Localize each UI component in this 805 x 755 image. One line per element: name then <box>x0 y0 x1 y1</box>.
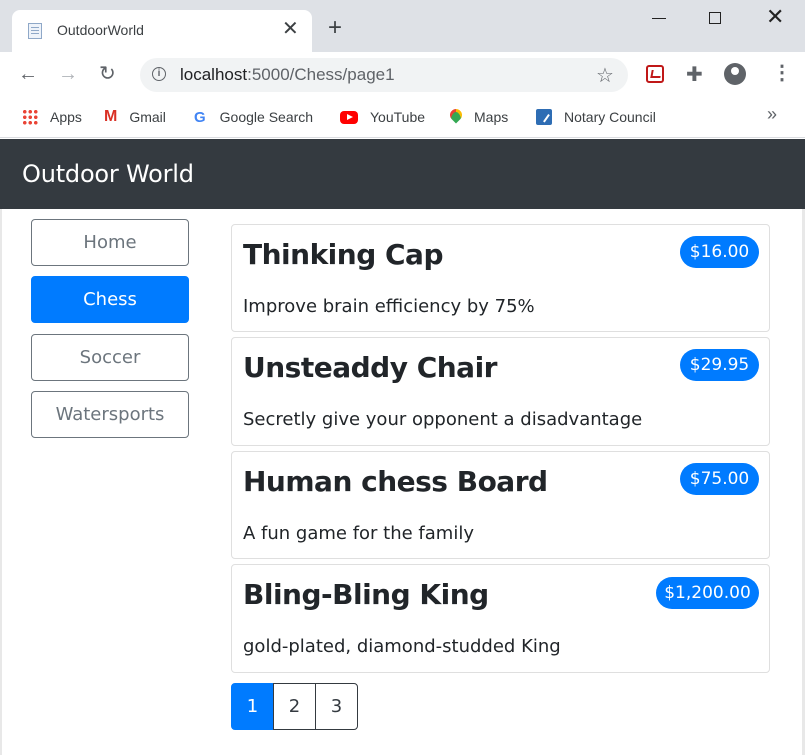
product-description: Improve brain efficiency by 75% <box>243 296 535 317</box>
page-1-button[interactable]: 1 <box>231 683 274 730</box>
tab-title: OutdoorWorld <box>57 22 144 38</box>
page-3-button[interactable]: 3 <box>315 683 358 730</box>
page-favicon-icon <box>28 23 42 39</box>
bookmark-star-icon[interactable]: ☆ <box>596 63 614 88</box>
product-description: A fun game for the family <box>243 523 474 544</box>
minimize-icon[interactable] <box>652 18 666 19</box>
price-badge: $75.00 <box>680 463 759 495</box>
apps-grid-icon <box>22 109 38 125</box>
forward-arrow-icon[interactable]: → <box>58 63 78 85</box>
price-badge: $29.95 <box>680 349 759 381</box>
browser-toolbar: ← → ↻ i localhost:5000/Chess/page1 ☆ <box>0 52 805 98</box>
bookmark-label: Maps <box>474 109 509 125</box>
browser-menu-icon[interactable]: ⋮ <box>772 60 792 86</box>
maximize-icon[interactable] <box>709 12 721 24</box>
bookmark-label: Google Search <box>219 109 314 125</box>
product-card: Thinking Cap $16.00 Improve brain effici… <box>231 224 770 332</box>
product-name: Unsteaddy Chair <box>243 351 497 384</box>
page-2-button[interactable]: 2 <box>273 683 316 730</box>
address-bar[interactable]: i localhost:5000/Chess/page1 ☆ <box>140 58 628 92</box>
category-home-button[interactable]: Home <box>31 219 189 266</box>
bookmarks-bar: Apps M Gmail G Google Search YouTube Map… <box>0 98 805 138</box>
bookmark-label: Apps <box>50 109 82 125</box>
product-description: Secretly give your opponent a disadvanta… <box>243 409 643 430</box>
site-navbar: Outdoor World <box>0 139 805 209</box>
category-soccer-button[interactable]: Soccer <box>31 334 189 381</box>
reload-icon[interactable]: ↻ <box>99 63 116 85</box>
new-tab-icon[interactable]: + <box>328 16 342 40</box>
pagination: 1 2 3 <box>231 683 358 730</box>
bookmark-label: Notary Council <box>564 109 656 125</box>
back-arrow-icon[interactable]: ← <box>18 63 38 85</box>
product-card: Unsteaddy Chair $29.95 Secretly give you… <box>231 337 770 446</box>
profile-avatar-icon[interactable] <box>724 63 746 85</box>
bookmark-notary-council[interactable]: Notary Council <box>536 107 656 127</box>
bookmark-apps[interactable]: Apps <box>22 107 82 127</box>
extensions-puzzle-icon[interactable]: ✚ <box>686 62 703 87</box>
category-watersports-button[interactable]: Watersports <box>31 391 189 438</box>
bookmark-label: YouTube <box>370 109 426 125</box>
youtube-icon <box>340 110 358 124</box>
tab-close-icon[interactable]: ✕ <box>282 18 299 40</box>
category-chess-button[interactable]: Chess <box>31 276 189 323</box>
notary-icon <box>536 109 552 125</box>
site-info-icon[interactable]: i <box>152 67 166 81</box>
bookmark-gmail[interactable]: M Gmail <box>104 107 166 127</box>
product-name: Human chess Board <box>243 465 548 498</box>
tab-strip: OutdoorWorld ✕ + ✕ <box>0 0 805 52</box>
google-icon: G <box>194 108 206 126</box>
bookmark-youtube[interactable]: YouTube <box>340 107 425 127</box>
bookmarks-overflow-icon[interactable]: » <box>767 104 777 125</box>
address-url[interactable]: localhost:5000/Chess/page1 <box>180 65 395 85</box>
product-description: gold-plated, diamond-studded King <box>243 636 561 657</box>
bookmark-label: Gmail <box>129 109 166 125</box>
page-left-edge <box>0 209 2 755</box>
price-badge: $16.00 <box>680 236 759 268</box>
product-name: Bling-Bling King <box>243 578 489 611</box>
product-name: Thinking Cap <box>243 238 444 271</box>
site-brand[interactable]: Outdoor World <box>22 160 194 188</box>
price-badge: $1,200.00 <box>656 577 759 609</box>
product-card: Human chess Board $75.00 A fun game for … <box>231 451 770 559</box>
bookmark-maps[interactable]: Maps <box>450 107 508 127</box>
mcafee-extension-icon[interactable] <box>646 65 664 83</box>
window-close-icon[interactable]: ✕ <box>766 6 784 28</box>
gmail-icon: M <box>104 108 118 125</box>
product-card: Bling-Bling King $1,200.00 gold-plated, … <box>231 564 770 673</box>
bookmark-google-search[interactable]: G Google Search <box>194 107 313 127</box>
browser-tab[interactable]: OutdoorWorld ✕ <box>12 10 312 52</box>
maps-icon <box>450 109 462 125</box>
